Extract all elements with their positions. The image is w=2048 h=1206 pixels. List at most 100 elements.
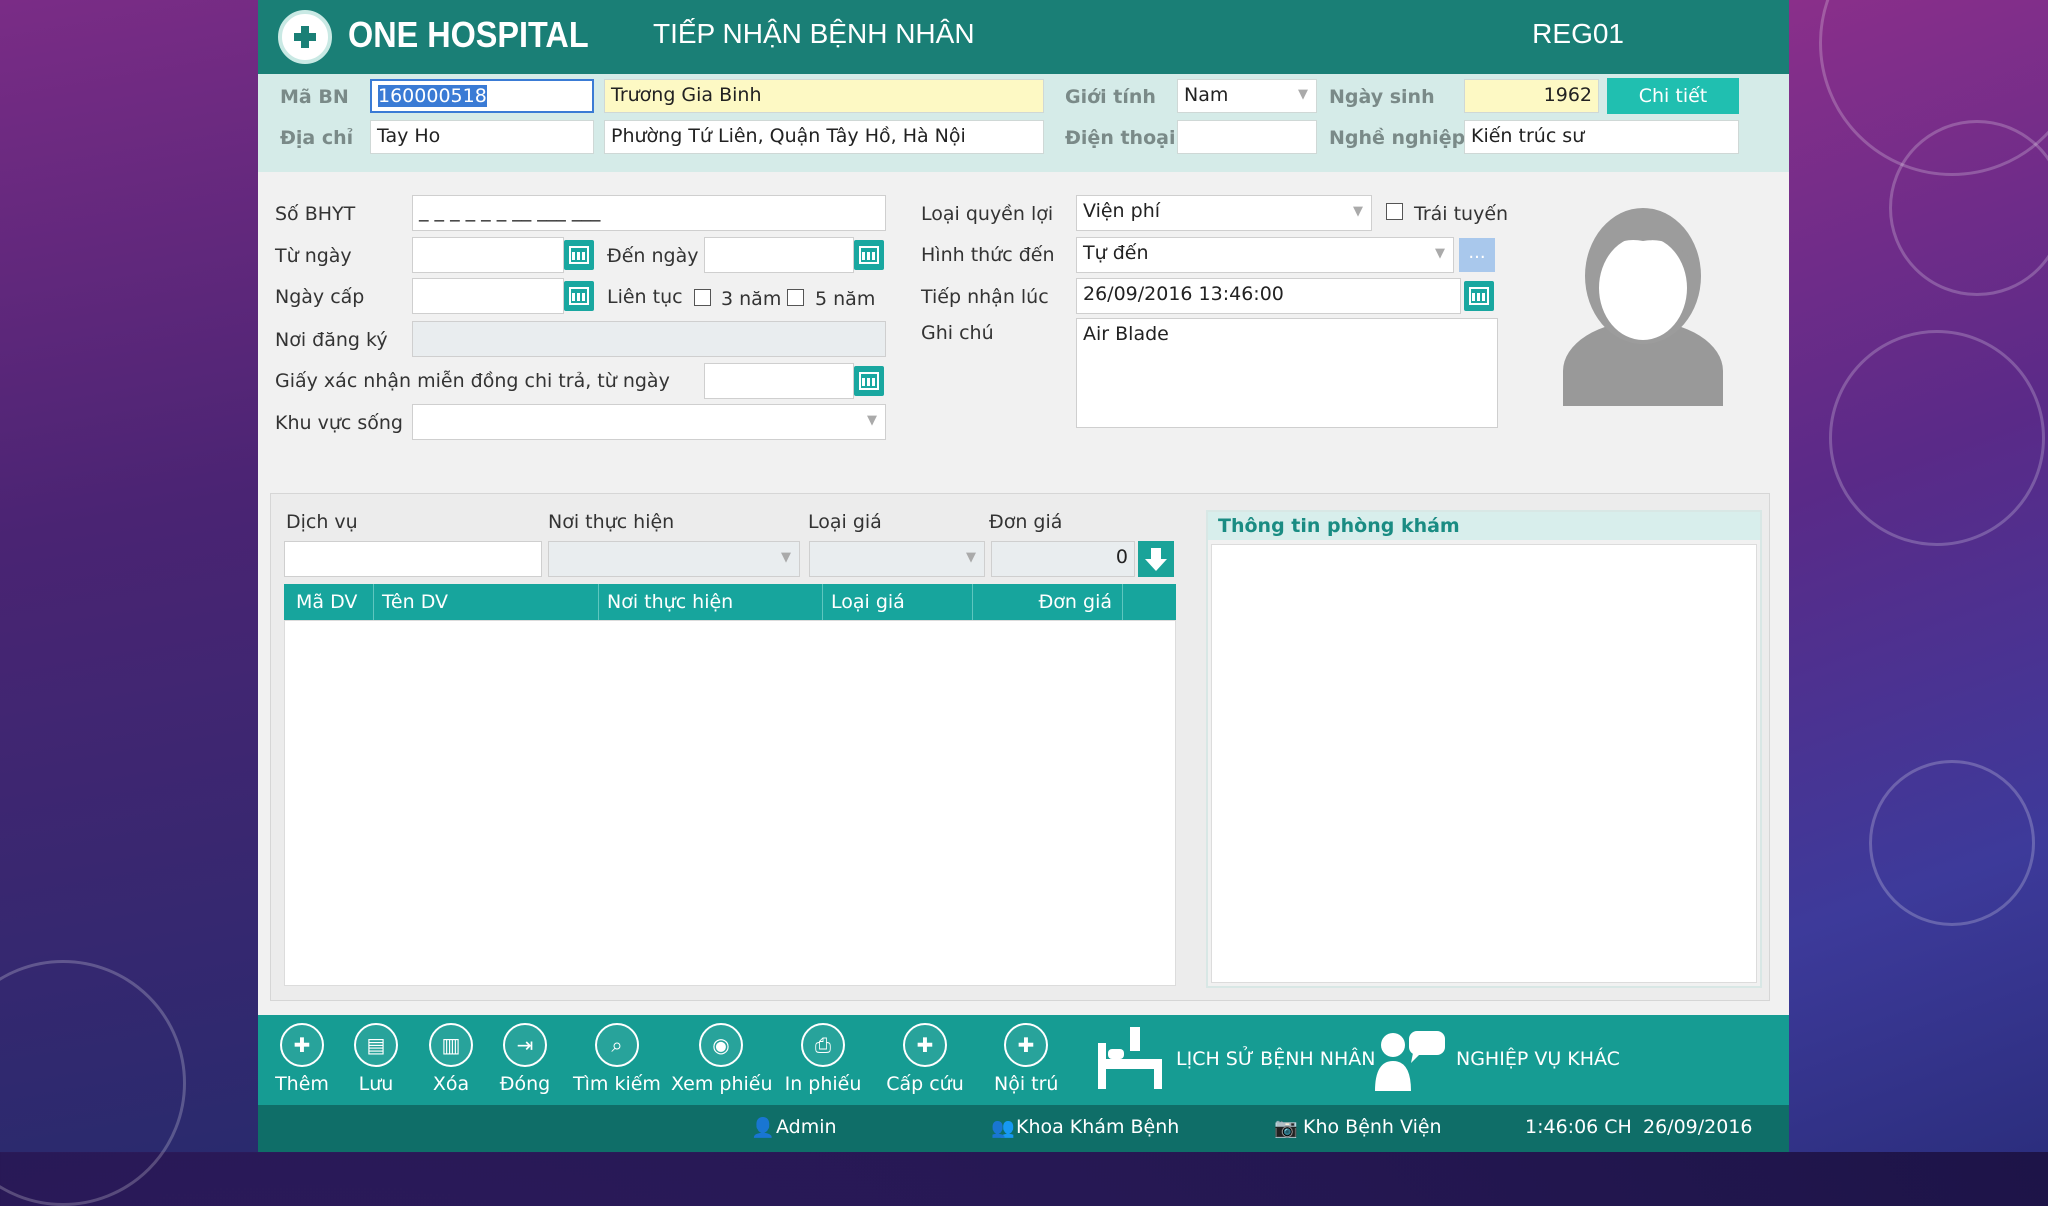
trai-tuyen-label: Trái tuyến <box>1414 203 1509 225</box>
detail-button[interactable]: Chi tiết <box>1607 78 1739 114</box>
search-button[interactable]: ⌕ Tìm kiếm <box>572 1023 662 1095</box>
delete-label: Xóa <box>432 1073 470 1095</box>
giay-xac-nhan-input[interactable] <box>704 363 854 399</box>
chevron-down-icon: ▼ <box>1435 246 1445 261</box>
dia-chi-full-input[interactable]: Phường Tứ Liên, Quận Tây Hồ, Hà Nội <box>604 120 1044 154</box>
column-header[interactable]: Nơi thực hiện <box>599 584 823 620</box>
inpatient-button[interactable]: ✚ Nội trú <box>994 1023 1058 1095</box>
five-years-checkbox[interactable] <box>787 289 804 306</box>
gioi-tinh-select[interactable]: Nam ▼ <box>1177 79 1317 113</box>
loai-gia-select[interactable]: ▼ <box>809 541 985 577</box>
calendar-icon[interactable] <box>854 240 884 270</box>
dien-thoai-input[interactable] <box>1177 120 1317 154</box>
status-warehouse: Kho Bệnh Viện <box>1303 1116 1442 1138</box>
gioi-tinh-label: Giới tính <box>1065 86 1156 108</box>
khu-vuc-song-label: Khu vực sống <box>275 412 403 434</box>
search-label: Tìm kiếm <box>573 1073 661 1095</box>
other-operations-button[interactable]: NGHIỆP VỤ KHÁC <box>1456 1048 1620 1070</box>
clinic-info-title: Thông tin phòng khám <box>1208 512 1760 540</box>
chevron-down-icon: ▼ <box>867 413 877 428</box>
hospital-logo-icon <box>278 10 332 64</box>
three-years-label: 3 năm <box>721 288 782 310</box>
view-slip-button[interactable]: ◉ Xem phiếu <box>671 1023 773 1095</box>
desktop-background-right <box>1789 0 2048 1152</box>
loai-quyen-loi-label: Loại quyền lợi <box>921 203 1054 225</box>
consultation-icon <box>1375 1031 1445 1091</box>
decor-ring <box>1829 330 2045 546</box>
column-header[interactable]: Đơn giá <box>973 584 1123 620</box>
status-time: 1:46:06 CH <box>1525 1116 1632 1138</box>
so-bhyt-label: Số BHYT <box>275 203 356 225</box>
emergency-label: Cấp cứu <box>886 1073 964 1095</box>
add-button[interactable]: ✚ Thêm <box>272 1023 332 1095</box>
noi-dang-ky-input[interactable] <box>412 321 886 357</box>
ngay-cap-label: Ngày cấp <box>275 286 365 308</box>
khu-vuc-song-select[interactable]: ▼ <box>412 404 886 440</box>
ngay-cap-input[interactable] <box>412 278 564 314</box>
add-service-button[interactable] <box>1138 541 1174 577</box>
loai-quyen-loi-select[interactable]: Viện phí ▼ <box>1076 195 1372 231</box>
dia-chi-short-input[interactable]: Tay Ho <box>370 120 594 154</box>
calendar-icon[interactable] <box>1464 281 1494 311</box>
dich-vu-input[interactable] <box>284 541 542 577</box>
nghe-nghiep-input[interactable]: Kiến trúc sư <box>1464 120 1739 154</box>
lien-tuc-label: Liên tục <box>607 286 683 308</box>
app-window: ONE HOSPITAL TIẾP NHẬN BỆNH NHÂN REG01 M… <box>258 0 1789 1152</box>
tu-ngay-label: Từ ngày <box>275 245 352 267</box>
column-header[interactable]: Loại giá <box>823 584 973 620</box>
tu-ngay-input[interactable] <box>412 237 564 273</box>
three-years-checkbox[interactable] <box>694 289 711 306</box>
desktop-background-left <box>0 0 258 1206</box>
brand-name: ONE HOSPITAL <box>348 14 589 55</box>
ngay-sinh-input[interactable]: 1962 <box>1464 79 1599 113</box>
calendar-icon[interactable] <box>564 281 594 311</box>
trai-tuyen-checkbox[interactable] <box>1386 203 1403 220</box>
more-options-button[interactable]: ... <box>1459 238 1495 272</box>
gioi-tinh-value: Nam <box>1184 84 1229 106</box>
print-slip-button[interactable]: ⎙ In phiếu <box>783 1023 863 1095</box>
clinic-info-body <box>1211 544 1757 983</box>
tiep-nhan-luc-input[interactable]: 26/09/2016 13:46:00 <box>1076 278 1461 314</box>
so-bhyt-input[interactable]: _ _ _ _ _ _ __ ___ ___ <box>412 195 886 231</box>
service-table-body[interactable] <box>284 620 1176 986</box>
dich-vu-label: Dịch vụ <box>286 511 358 533</box>
avatar <box>1563 208 1723 406</box>
status-user: Admin <box>776 1116 837 1138</box>
ma-bn-input[interactable]: 160000518 <box>370 79 594 113</box>
screen-code: REG01 <box>1532 18 1624 49</box>
dia-chi-label: Địa chỉ <box>280 127 354 149</box>
calendar-icon[interactable] <box>854 366 884 396</box>
camera-icon: 📷 <box>1274 1117 1298 1139</box>
patient-history-button[interactable]: LỊCH SỬ BỆNH NHÂN <box>1176 1048 1375 1070</box>
emergency-button[interactable]: ✚ Cấp cứu <box>885 1023 965 1095</box>
delete-button[interactable]: ▥ Xóa <box>421 1023 481 1095</box>
trash-icon: ▥ <box>429 1023 473 1067</box>
close-button[interactable]: ⇥ Đóng <box>495 1023 555 1095</box>
save-button[interactable]: ▤ Lưu <box>346 1023 406 1095</box>
hinh-thuc-den-select[interactable]: Tự đến ▼ <box>1076 237 1454 273</box>
save-icon: ▤ <box>354 1023 398 1067</box>
print-slip-label: In phiếu <box>784 1073 862 1095</box>
hinh-thuc-den-value: Tự đến <box>1083 242 1149 264</box>
patient-name-input[interactable]: Trương Gia Binh <box>604 79 1044 113</box>
group-icon: 👥 <box>991 1117 1015 1139</box>
eye-icon: ◉ <box>699 1023 743 1067</box>
noi-thuc-hien-select[interactable]: ▼ <box>548 541 800 577</box>
noi-dang-ky-label: Nơi đăng ký <box>275 329 388 351</box>
calendar-icon[interactable] <box>564 240 594 270</box>
dien-thoai-label: Điện thoại <box>1065 127 1176 149</box>
hinh-thuc-den-label: Hình thức đến <box>921 244 1055 266</box>
arrow-down-icon <box>1145 548 1167 571</box>
exit-icon: ⇥ <box>503 1023 547 1067</box>
save-label: Lưu <box>358 1073 394 1095</box>
ghi-chu-textarea[interactable]: Air Blade <box>1076 318 1498 428</box>
ngay-sinh-label: Ngày sinh <box>1329 86 1435 108</box>
don-gia-input[interactable]: 0 <box>991 541 1135 577</box>
column-header[interactable]: Mã DV <box>284 584 374 620</box>
nghe-nghiep-label: Nghề nghiệp <box>1329 127 1466 149</box>
add-document-icon: ✚ <box>280 1023 324 1067</box>
den-ngay-input[interactable] <box>704 237 854 273</box>
close-label: Đóng <box>499 1073 551 1095</box>
column-header[interactable]: Tên DV <box>374 584 599 620</box>
chevron-down-icon: ▼ <box>1353 204 1363 219</box>
